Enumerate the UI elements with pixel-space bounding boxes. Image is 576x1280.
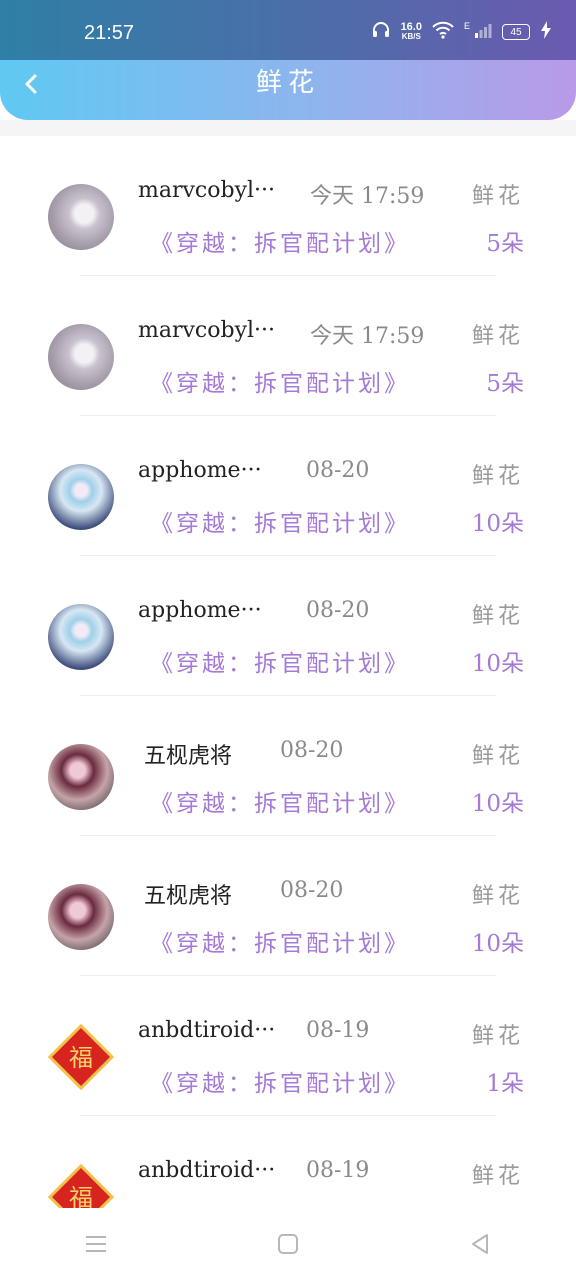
record-date: 今天 17:59 [310,184,425,209]
anime-boy-avatar[interactable] [48,464,114,530]
menu-icon[interactable] [78,1226,114,1262]
gift-type: 鲜花 [471,604,524,629]
flower-count: 5朵 [486,231,524,257]
network-type: E [463,21,470,31]
girl-photo-avatar[interactable] [48,744,114,810]
wifi-icon [432,21,454,43]
page-title: 鲜花 [255,68,320,98]
user-name: anbdtiroid··· [138,1018,276,1043]
gift-type: 鲜花 [471,184,524,209]
record-date: 今天 17:59 [310,324,425,349]
back-triangle-icon[interactable] [462,1226,498,1262]
book-title[interactable]: 《穿越：拆官配计划》 [150,644,410,678]
status-time: 21:57 [84,22,135,44]
book-title[interactable]: 《穿越：拆官配计划》 [150,504,410,538]
flower-count: 10朵 [471,511,524,537]
fu-character: 福 [69,1184,93,1208]
flower-count: 10朵 [471,791,524,817]
gift-type: 鲜花 [471,1164,524,1189]
battery-icon: 45 [502,24,530,40]
user-name: apphome··· [138,598,262,623]
record-date: 08-20 [306,598,370,623]
speed-unit: KB/S [401,32,421,41]
record-row[interactable]: apphome··· 08-20 鲜花《穿越：拆官配计划》 10朵 [0,416,576,556]
fu-diamond-avatar[interactable]: 福 [47,1023,115,1091]
flower-count: 1朵 [486,1071,524,1097]
flower-count: 5朵 [486,371,524,397]
user-name: marvcobyl··· [138,178,276,203]
fu-diamond-avatar[interactable]: 福 [47,1163,115,1208]
network-speed: 16.0 KB/S [401,22,422,42]
record-date: 08-20 [306,458,370,483]
flower-record-list: marvcobyl··· 今天 17:59 鲜花 《穿越：拆官配计划》 5朵 marvco… [0,136,576,1208]
book-title[interactable]: 《穿越：拆官配计划》 [150,784,410,818]
record-date: 08-19 [306,1158,370,1183]
record-row[interactable]: marvcobyl··· 今天 17:59 鲜花《穿越：拆官配计划》 5朵 [0,276,576,416]
user-name: 五枧虎将 [144,744,233,769]
gift-type: 鲜花 [471,884,524,909]
signal-icon [474,22,492,42]
charging-icon [540,21,552,43]
girl-photo-avatar[interactable] [48,884,114,950]
book-title[interactable]: 《穿越：拆官配计划》 [150,924,410,958]
anime-cat-avatar[interactable] [48,324,114,390]
record-row[interactable]: marvcobyl··· 今天 17:59 鲜花《穿越：拆官配计划》 5朵 [0,136,576,276]
headphones-icon [371,20,391,44]
user-name: 五枧虎将 [144,884,233,909]
flower-count: 10朵 [471,651,524,677]
record-row[interactable]: apphome··· 08-20 鲜花《穿越：拆官配计划》 10朵 [0,556,576,696]
record-date: 08-20 [280,738,344,763]
record-date: 08-20 [280,878,344,903]
user-name: marvcobyl··· [138,318,276,343]
gift-type: 鲜花 [471,324,524,349]
anime-cat-avatar[interactable] [48,184,114,250]
anime-boy-avatar[interactable] [48,604,114,670]
user-name: apphome··· [138,458,262,483]
user-name: anbdtiroid··· [138,1158,276,1183]
status-bar: 21:57 16.0 KB/S E 45 [0,0,576,60]
book-title[interactable]: 《穿越：拆官配计划》 [150,224,410,258]
record-row[interactable]: 福 anbdtiroid··· 08-19 鲜花《穿越：拆官配计划》 1朵 [0,976,576,1116]
record-row[interactable]: 五枧虎将 08-20 鲜花《穿越：拆官配计划》 10朵 [0,696,576,836]
fu-character: 福 [69,1044,93,1072]
gift-type: 鲜花 [471,744,524,769]
gift-type: 鲜花 [471,464,524,489]
book-title[interactable]: 《穿越：拆官配计划》 [150,1064,410,1098]
gift-type: 鲜花 [471,1024,524,1049]
home-square-icon[interactable] [270,1226,306,1262]
flower-count: 10朵 [471,931,524,957]
header-separator [0,120,576,136]
record-row[interactable]: 五枧虎将 08-20 鲜花《穿越：拆官配计划》 10朵 [0,836,576,976]
record-row[interactable]: 福anbdtiroid···08-19鲜花《穿越：拆官配计划》 [0,1116,576,1208]
record-date: 08-19 [306,1018,370,1043]
system-nav-bar [0,1208,576,1280]
book-title[interactable]: 《穿越：拆官配计划》 [150,364,410,398]
